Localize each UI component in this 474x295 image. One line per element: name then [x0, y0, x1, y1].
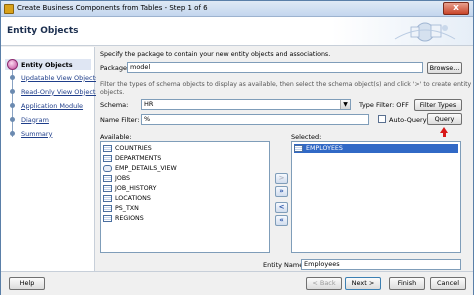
header-graphic-icon — [394, 22, 456, 42]
list-item[interactable]: EMPLOYEES — [294, 144, 458, 153]
entity-name-input[interactable]: Employees — [301, 259, 461, 270]
wizard-steps-nav: Entity Objects Updatable View Objects Re… — [1, 47, 99, 271]
list-item-label: LOCATIONS — [115, 195, 151, 202]
nav-item-summary[interactable]: Summary — [7, 128, 52, 139]
list-item-label: JOB_HISTORY — [115, 185, 157, 192]
wizard-footer: Help < Back Next > Finish Cancel — [1, 271, 473, 295]
package-description: Specify the package to contain your new … — [100, 51, 331, 58]
nav-item-read-only-view-objects[interactable]: Read-Only View Objects — [7, 86, 99, 97]
selected-list[interactable]: EMPLOYEES — [291, 141, 461, 253]
nav-item-label: Updatable View Objects — [21, 73, 99, 82]
entity-name-label: Entity Name: — [263, 261, 306, 269]
finish-button[interactable]: Finish — [389, 277, 425, 290]
remove-all-button[interactable]: « — [275, 215, 288, 226]
list-item-label: COUNTRIES — [115, 145, 152, 152]
nav-item-application-module[interactable]: Application Module — [7, 100, 83, 111]
table-icon — [103, 185, 112, 192]
remove-button[interactable]: < — [275, 202, 288, 213]
nav-item-label: Diagram — [21, 115, 49, 124]
list-item[interactable]: LOCATIONS — [103, 194, 151, 203]
schema-label: Schema: — [100, 101, 129, 109]
list-item-label: DEPARTMENTS — [115, 155, 162, 162]
list-item-label: EMPLOYEES — [306, 145, 343, 152]
cancel-button[interactable]: Cancel — [430, 277, 466, 290]
table-icon — [103, 205, 112, 212]
available-list[interactable]: COUNTRIES DEPARTMENTS EMP_DETAILS_VIEW J… — [100, 141, 270, 253]
nav-item-label: Summary — [21, 129, 53, 138]
selected-label: Selected: — [291, 133, 322, 141]
nav-item-updatable-view-objects[interactable]: Updatable View Objects — [7, 72, 99, 83]
view-icon — [103, 165, 112, 172]
title-bar: Create Business Components from Tables -… — [1, 1, 473, 17]
schema-value: HR — [144, 100, 154, 108]
nav-item-label: Application Module — [21, 101, 84, 110]
name-filter-input[interactable]: % — [141, 114, 369, 125]
wizard-header: Entity Objects — [1, 17, 473, 46]
list-item-label: JOBS — [115, 175, 131, 182]
step-dot-icon — [10, 131, 15, 136]
filter-hint-line2: objects. — [100, 89, 125, 96]
add-button[interactable]: > — [275, 173, 288, 184]
table-icon — [294, 145, 303, 152]
add-all-button[interactable]: » — [275, 186, 288, 197]
auto-query-label: Auto-Query — [389, 116, 427, 124]
next-button[interactable]: Next > — [345, 277, 381, 290]
nav-item-entity-objects[interactable]: Entity Objects — [5, 59, 91, 70]
app-icon — [4, 4, 14, 14]
list-item[interactable]: DEPARTMENTS — [103, 154, 161, 163]
list-item[interactable]: REGIONS — [103, 214, 144, 223]
chevron-down-icon: ▼ — [340, 100, 350, 109]
back-button[interactable]: < Back — [306, 277, 342, 290]
close-button[interactable]: x — [443, 2, 469, 15]
list-item[interactable]: JOB_HISTORY — [103, 184, 157, 193]
package-label: Package: — [100, 64, 130, 72]
red-arrow-stem — [442, 133, 446, 137]
list-item-label: PS_TXN — [115, 205, 139, 212]
schema-select[interactable]: HR ▼ — [141, 99, 351, 110]
query-button[interactable]: Query — [427, 113, 462, 125]
current-step-icon — [7, 59, 18, 70]
step-dot-icon — [10, 75, 15, 80]
table-icon — [103, 145, 112, 152]
window-title: Create Business Components from Tables -… — [17, 4, 208, 12]
list-item-label: EMP_DETAILS_VIEW — [115, 165, 177, 172]
auto-query-checkbox[interactable] — [378, 115, 386, 123]
nav-item-diagram[interactable]: Diagram — [7, 114, 49, 125]
filter-hint-line1: Filter the types of schema objects to di… — [100, 81, 472, 88]
wizard-window: Create Business Components from Tables -… — [0, 0, 474, 295]
step-dot-icon — [10, 103, 15, 108]
available-label: Available: — [100, 133, 132, 141]
main-panel: Specify the package to contain your new … — [96, 47, 473, 271]
browse-button[interactable]: Browse... — [427, 62, 462, 74]
package-input[interactable]: model — [127, 62, 423, 73]
page-title: Entity Objects — [7, 26, 79, 36]
filter-types-button[interactable]: Filter Types — [414, 99, 462, 111]
nav-item-label: Entity Objects — [21, 60, 73, 69]
list-item[interactable]: EMP_DETAILS_VIEW — [103, 164, 177, 173]
list-item-label: REGIONS — [115, 215, 144, 222]
name-filter-label: Name Filter: — [100, 116, 140, 124]
list-item[interactable]: PS_TXN — [103, 204, 139, 213]
step-dot-icon — [10, 89, 15, 94]
nav-item-label: Read-Only View Objects — [21, 87, 99, 96]
table-icon — [103, 215, 112, 222]
table-icon — [103, 175, 112, 182]
list-item[interactable]: JOBS — [103, 174, 130, 183]
type-filter-status: Type Filter: OFF — [359, 101, 409, 109]
list-item[interactable]: COUNTRIES — [103, 144, 152, 153]
step-dot-icon — [10, 117, 15, 122]
table-icon — [103, 195, 112, 202]
table-icon — [103, 155, 112, 162]
help-button[interactable]: Help — [9, 277, 45, 290]
